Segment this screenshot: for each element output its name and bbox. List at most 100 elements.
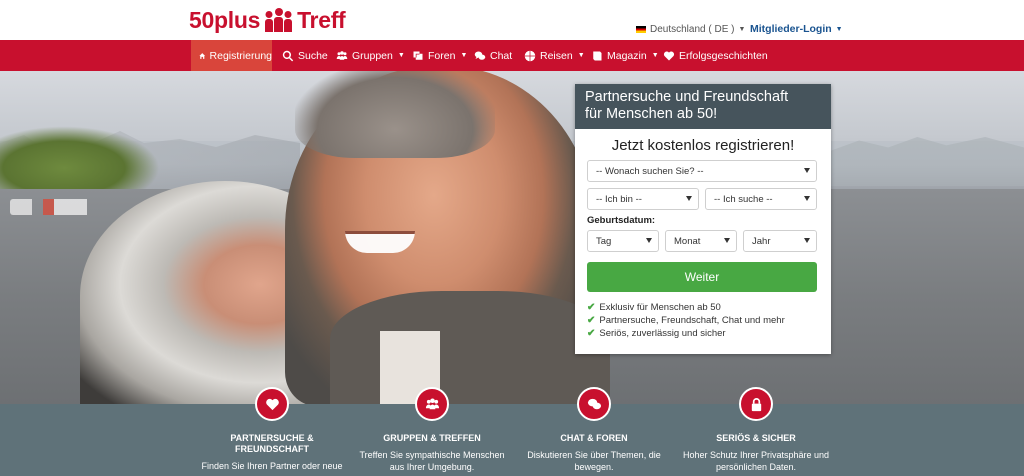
people-logo-icon <box>265 8 293 32</box>
nav-label: Magazin <box>607 49 647 62</box>
nav-item-registrierung[interactable]: Registrierung <box>191 40 272 71</box>
feature-chat-badge <box>577 387 611 421</box>
feature-text: Seriös, zuverlässig und sicher <box>599 328 726 339</box>
registration-header: Partnersuche und Freundschaft für Mensch… <box>575 84 831 129</box>
select-value: Tag <box>596 235 612 247</box>
lock-icon <box>751 397 761 411</box>
chat-icon <box>587 398 601 409</box>
main-navigation: Registrierung Suche Gruppen ▼ Foren ▼ Ch… <box>0 40 1024 71</box>
feature-title: CHAT & FOREN <box>514 433 674 444</box>
feature-desc: Finden Sie Ihren Partner oder neue <box>192 460 352 472</box>
chevron-down-icon <box>686 196 692 201</box>
feature-title-line: FREUNDSCHAFT <box>235 444 309 454</box>
nav-label: Erfolgsgeschichten <box>679 49 768 62</box>
member-login-link[interactable]: Mitglieder-Login ▼ <box>750 23 843 35</box>
birthdate-label: Geburtsdatum: <box>587 215 656 226</box>
feature-desc-line: bewegen. <box>574 462 614 472</box>
feature-title-line: GRUPPEN & TREFFEN <box>383 433 481 443</box>
chevron-down-icon <box>804 196 810 201</box>
chevron-down-icon: ▼ <box>460 52 468 59</box>
feature-desc: Treffen Sie sympathische Menschen aus Ih… <box>352 449 512 473</box>
group-icon <box>336 50 348 60</box>
checkmark-icon: ✔ <box>587 315 596 326</box>
site-logo[interactable]: 50plus Treff <box>189 6 346 34</box>
chevron-down-icon <box>724 238 730 243</box>
nav-label: Chat <box>490 49 513 62</box>
feature-title: SERIÖS & SICHER <box>676 433 836 444</box>
feature-desc: Hoher Schutz Ihrer Privatsphäre und pers… <box>672 449 840 473</box>
nav-item-suche[interactable]: Suche <box>282 40 328 71</box>
chevron-down-icon <box>646 238 652 243</box>
registration-form: Partnersuche und Freundschaft für Mensch… <box>575 84 831 354</box>
chevron-down-icon: ▼ <box>397 52 405 59</box>
feature-desc: Diskutieren Sie über Themen, die bewegen… <box>514 449 674 473</box>
home-icon <box>199 52 206 59</box>
feature-title: PARTNERSUCHE & FREUNDSCHAFT <box>192 433 352 455</box>
nav-item-foren[interactable]: Foren ▼ <box>412 40 467 71</box>
heart-icon <box>663 51 675 60</box>
logo-text-left: 50plus <box>189 6 261 33</box>
feature-item: ✔ Seriös, zuverlässig und sicher <box>587 328 726 339</box>
feature-heart-badge <box>255 387 289 421</box>
feature-text: Exklusiv für Menschen ab 50 <box>599 302 721 313</box>
chevron-down-icon: ▼ <box>651 52 659 59</box>
registration-title-line1: Partnersuche und Freundschaft <box>585 89 789 105</box>
globe-icon <box>524 50 536 61</box>
select-value: -- Ich suche -- <box>714 193 773 205</box>
nav-item-magazin[interactable]: Magazin ▼ <box>591 40 659 71</box>
nav-item-chat[interactable]: Chat <box>474 40 512 71</box>
nav-label: Reisen <box>540 49 573 62</box>
logo-text-right: Treff <box>297 6 346 33</box>
feature-lock-badge <box>739 387 773 421</box>
feature-title-line: PARTNERSUCHE & <box>230 433 314 443</box>
top-bar: 50plus Treff Deutschland ( DE ) ▼ Mitgli… <box>0 0 1024 40</box>
nav-item-erfolgsgeschichten[interactable]: Erfolgsgeschichten <box>663 40 768 71</box>
checkmark-icon: ✔ <box>587 302 596 313</box>
feature-desc-line: persönlichen Daten. <box>715 462 797 472</box>
group-icon <box>425 398 439 409</box>
seeking-select[interactable]: -- Ich suche -- <box>705 188 817 210</box>
birth-month-select[interactable]: Monat <box>665 230 737 252</box>
select-value: Jahr <box>752 235 771 247</box>
search-purpose-select[interactable]: -- Wonach suchen Sie? -- <box>587 160 817 182</box>
feature-group-badge <box>415 387 449 421</box>
feature-item: ✔ Partnersuche, Freundschaft, Chat und m… <box>587 315 785 326</box>
feature-desc-line: aus Ihrer Umgebung. <box>389 462 475 472</box>
nav-label: Foren <box>428 49 456 62</box>
nav-item-reisen[interactable]: Reisen ▼ <box>524 40 585 71</box>
feature-text: Partnersuche, Freundschaft, Chat und meh… <box>599 315 785 326</box>
birth-day-select[interactable]: Tag <box>587 230 659 252</box>
book-icon <box>593 51 602 60</box>
nav-label: Registrierung <box>209 49 272 62</box>
feature-desc-line: Finden Sie Ihren Partner oder neue <box>201 461 343 471</box>
gender-select[interactable]: -- Ich bin -- <box>587 188 699 210</box>
select-value: -- Wonach suchen Sie? -- <box>596 165 704 177</box>
heart-icon <box>265 398 279 410</box>
language-selector[interactable]: Deutschland ( DE ) ▼ <box>636 24 745 35</box>
registration-subtitle: Jetzt kostenlos registrieren! <box>611 137 795 154</box>
chevron-down-icon <box>804 238 810 243</box>
select-value: Monat <box>674 235 701 247</box>
registration-title-line2: für Menschen ab 50! <box>585 106 718 122</box>
chevron-down-icon: ▼ <box>577 52 585 59</box>
feature-title-line: CHAT & FOREN <box>560 433 628 443</box>
feature-title: GRUPPEN & TREFFEN <box>352 433 512 444</box>
feature-strip <box>0 404 1024 476</box>
feature-desc-line: Diskutieren Sie über Themen, die <box>527 450 661 460</box>
nav-item-gruppen[interactable]: Gruppen ▼ <box>336 40 405 71</box>
chevron-down-icon: ▼ <box>835 25 843 33</box>
nav-label: Suche <box>298 49 328 62</box>
feature-desc-line: Treffen Sie sympathische Menschen <box>359 450 505 460</box>
select-value: -- Ich bin -- <box>596 193 642 205</box>
nav-label: Gruppen <box>352 49 393 62</box>
member-login-label: Mitglieder-Login <box>750 23 832 35</box>
german-flag-icon <box>636 26 646 33</box>
chevron-down-icon <box>804 168 810 173</box>
checkmark-icon: ✔ <box>587 328 596 339</box>
feature-item: ✔ Exklusiv für Menschen ab 50 <box>587 302 721 313</box>
continue-button[interactable]: Weiter <box>587 262 817 292</box>
hero-image <box>0 71 1024 404</box>
feature-title-line: SERIÖS & SICHER <box>716 433 796 443</box>
birth-year-select[interactable]: Jahr <box>743 230 817 252</box>
chevron-down-icon: ▼ <box>738 26 746 33</box>
